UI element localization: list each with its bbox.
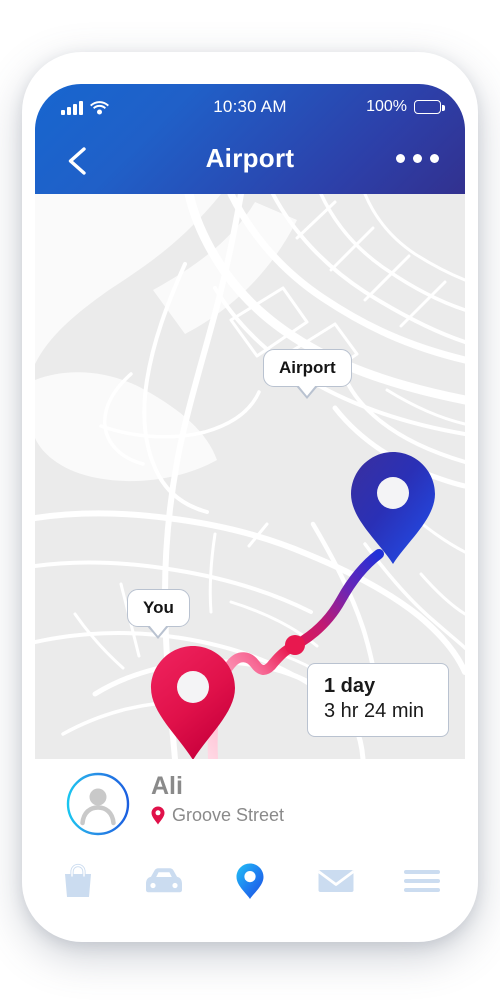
tab-menu[interactable] [395,859,449,903]
user-address-label: Groove Street [172,804,285,825]
more-options-icon [396,154,405,163]
more-options-icon [413,154,422,163]
screenshot-stage: 10:30 AM 100% Airport Airport You 1 day … [0,0,500,1000]
duration-primary: 1 day [324,675,376,697]
destination-callout[interactable]: Airport [263,349,352,399]
more-options-icon [430,154,439,163]
battery-full-icon [414,100,445,114]
battery-percent-label: 100% [366,98,407,115]
user-name: Ali [151,772,183,800]
nav-row: Airport [35,130,465,194]
location-pin-icon [151,806,165,824]
car-icon [146,867,182,892]
shopping-bag-icon [65,863,91,897]
tab-messages[interactable] [309,859,363,903]
origin-callout[interactable]: You [127,589,190,639]
status-bar-right: 100% [366,98,445,116]
tab-map[interactable] [223,859,277,903]
tab-shop[interactable] [51,859,105,903]
more-options-button[interactable] [396,154,439,163]
phone-frame: 10:30 AM 100% Airport Airport You 1 day … [22,52,478,942]
user-avatar-icon [66,772,130,836]
map-view[interactable]: Airport You 1 day 3 hr 24 min [35,194,465,759]
user-meta: Ali Groove Street [151,772,284,826]
tab-rides[interactable] [137,859,191,903]
bottom-tab-bar [35,851,465,910]
phone-screen: 10:30 AM 100% Airport Airport You 1 day … [35,84,465,910]
hamburger-menu-icon [404,869,440,892]
origin-callout-label: You [143,598,174,617]
route-waypoint-dot [285,635,305,655]
envelope-icon [317,869,355,892]
user-info-row[interactable]: Ali Groove Street [35,759,465,851]
destination-callout-label: Airport [279,358,336,377]
location-pin-icon [236,863,264,899]
status-bar: 10:30 AM 100% [35,84,465,130]
duration-card: 1 day 3 hr 24 min [307,663,449,737]
app-header: 10:30 AM 100% Airport [35,84,465,194]
user-address-row: Groove Street [151,805,284,826]
duration-secondary: 3 hr 24 min [324,700,425,722]
